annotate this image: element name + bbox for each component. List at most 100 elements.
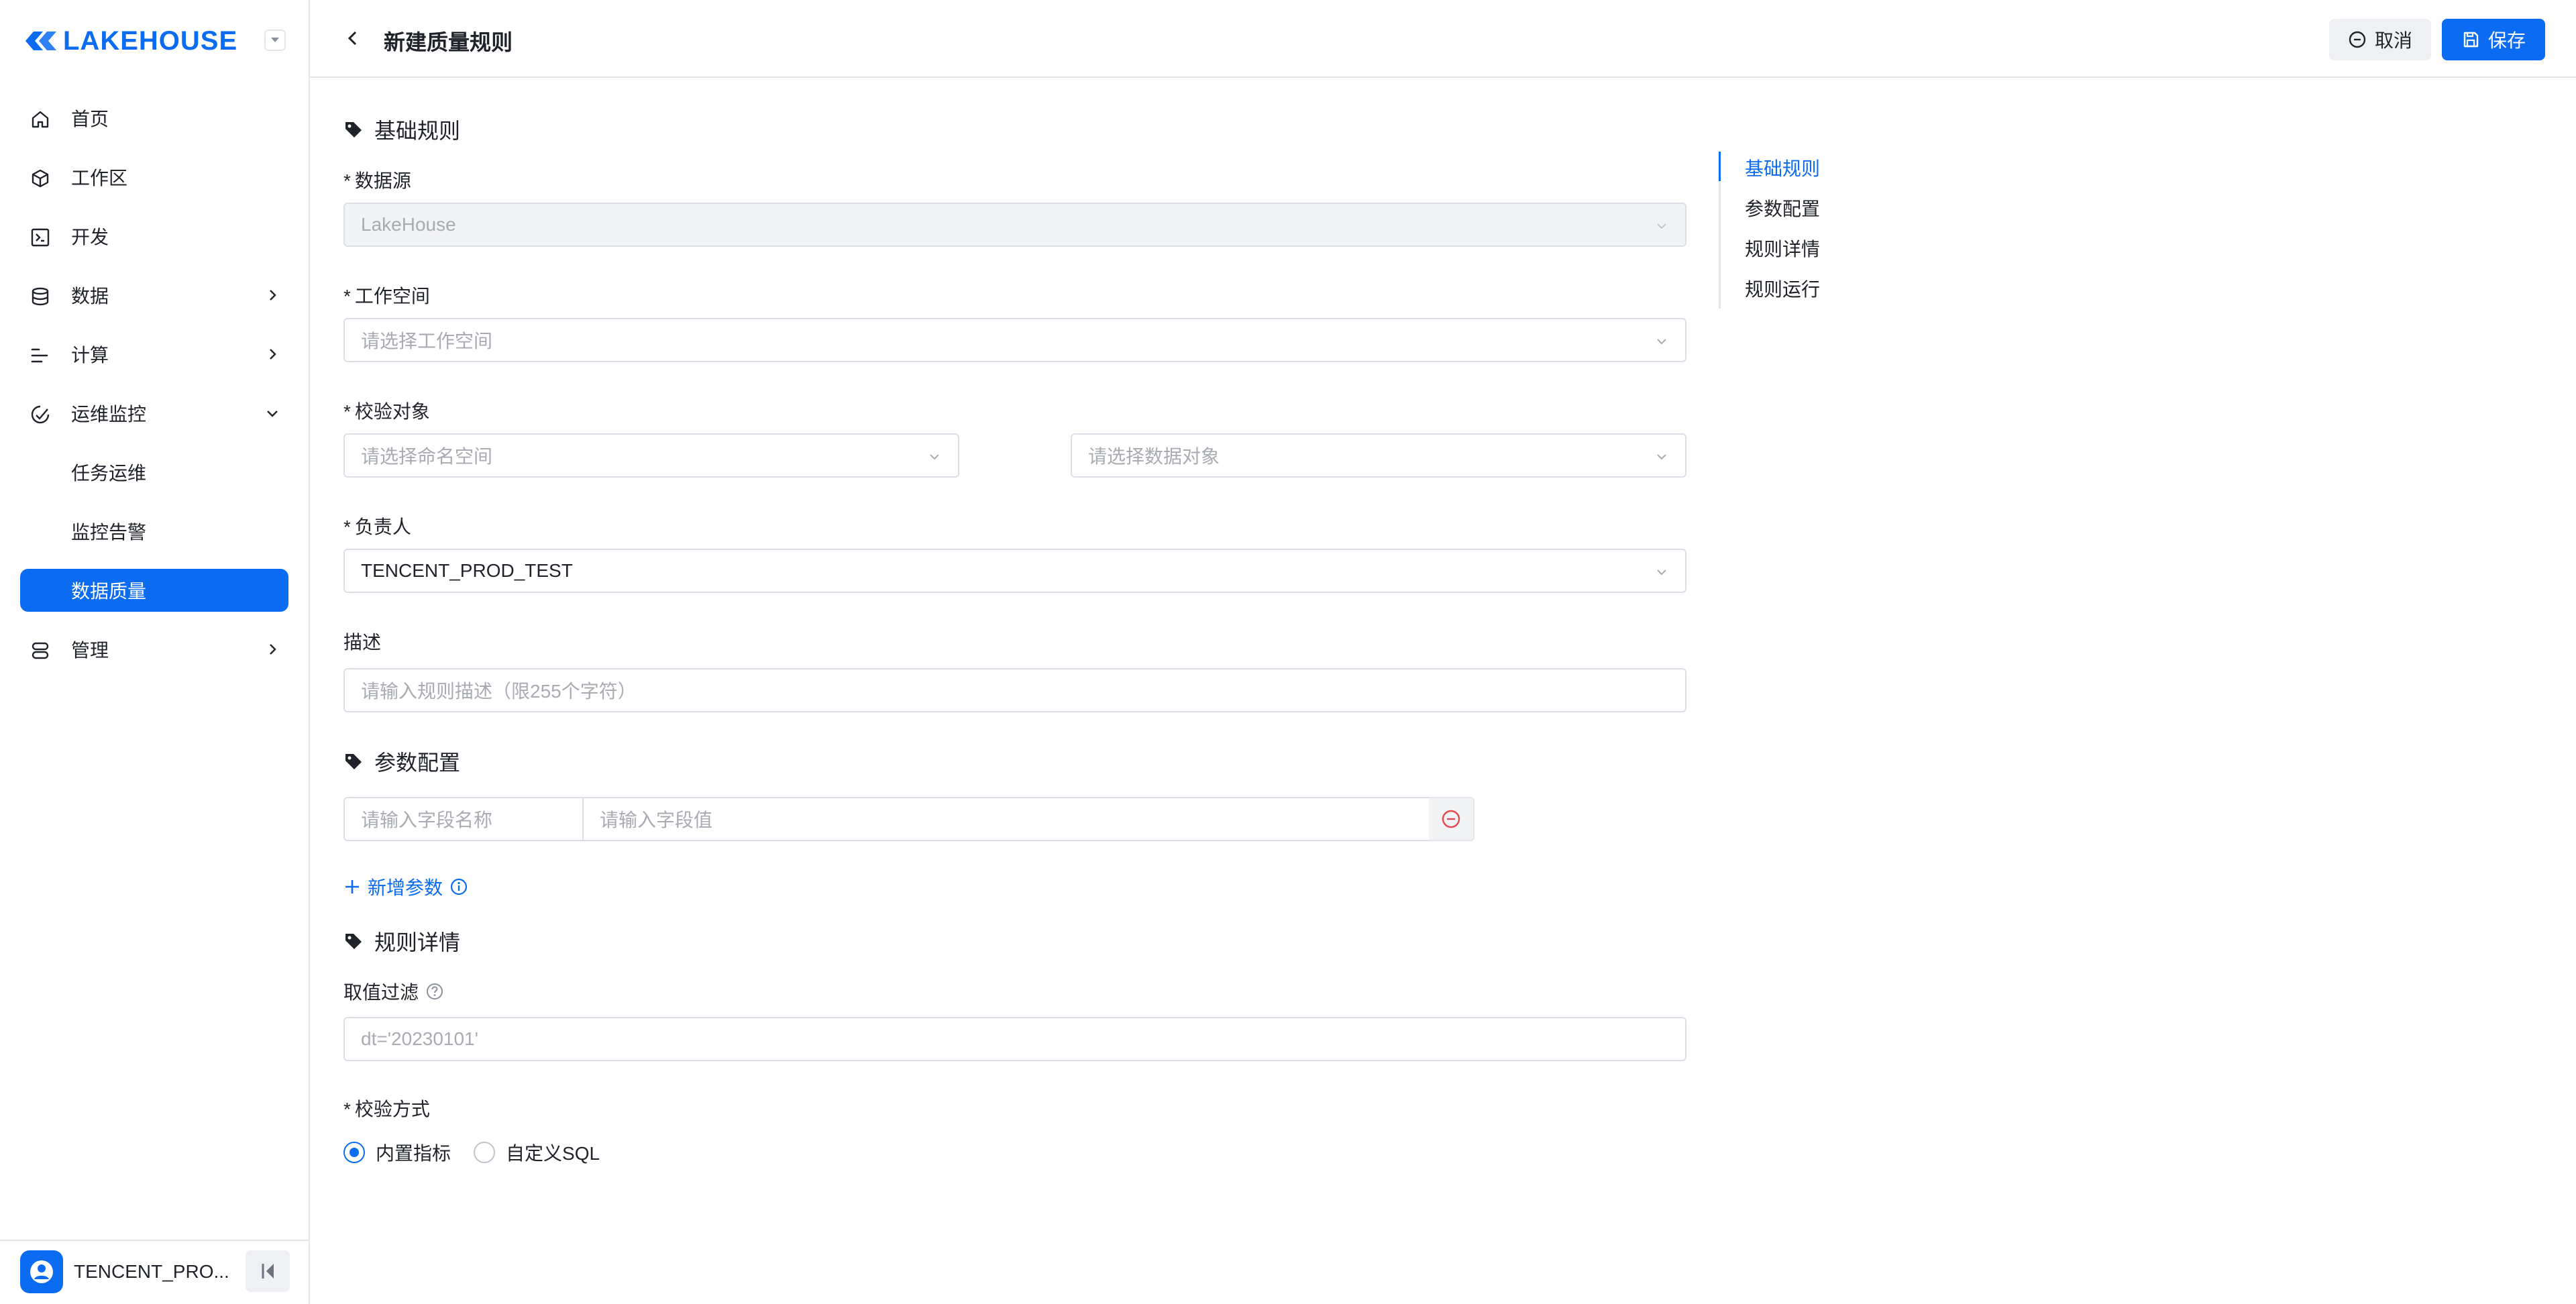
minus-circle-icon bbox=[1442, 810, 1460, 828]
sidebar-item-ops-monitor[interactable]: 运维监控 bbox=[20, 392, 288, 435]
save-icon bbox=[2463, 32, 2479, 48]
user-bar: TENCENT_PRO... bbox=[0, 1240, 309, 1304]
workspace-label-text: 工作空间 bbox=[354, 286, 430, 307]
home-icon bbox=[32, 111, 49, 128]
sidebar-item-task-ops[interactable]: 任务运维 bbox=[20, 451, 288, 494]
namespace-select[interactable]: 请选择命名空间 bbox=[343, 433, 959, 478]
sidebar-item-data[interactable]: 数据 bbox=[20, 274, 288, 317]
tag-icon bbox=[345, 122, 362, 138]
chevron-down-icon bbox=[1657, 223, 1666, 229]
info-icon[interactable] bbox=[449, 877, 468, 896]
anchor-item-run[interactable]: 规则运行 bbox=[1745, 275, 1820, 302]
chevron-right-icon bbox=[270, 349, 276, 360]
datasource-label-text: 数据源 bbox=[354, 170, 411, 191]
logo[interactable]: LAKEHOUSE bbox=[23, 24, 291, 58]
sidebar-item-home[interactable]: 首页 bbox=[20, 97, 288, 140]
data-object-select[interactable]: 请选择数据对象 bbox=[1071, 433, 1686, 478]
section-title-label: 基础规则 bbox=[374, 119, 461, 143]
sidebar-item-develop[interactable]: 开发 bbox=[20, 215, 288, 258]
remove-param-button[interactable] bbox=[1429, 797, 1474, 841]
datasource-value: LakeHouse bbox=[361, 214, 456, 235]
help-icon[interactable] bbox=[425, 982, 444, 1001]
collapse-sidebar-button[interactable] bbox=[246, 1250, 290, 1292]
user-name: TENCENT_PRO... bbox=[74, 1261, 229, 1282]
sidebar-item-monitor-alert[interactable]: 监控告警 bbox=[20, 510, 288, 553]
chevron-right-icon bbox=[270, 644, 276, 655]
page-header: 新建质量规则 取消 保存 bbox=[310, 0, 2576, 78]
param-name-placeholder: 请输入字段名称 bbox=[361, 810, 493, 830]
chevron-down-icon bbox=[1657, 569, 1666, 576]
check-method-label: * 校验方式 bbox=[343, 1099, 430, 1120]
anchor-item-basic[interactable]: 基础规则 bbox=[1745, 154, 1820, 181]
owner-label-text: 负责人 bbox=[354, 517, 411, 537]
anchor-active-indicator bbox=[1719, 152, 1721, 181]
sidebar-item-label: 运维监控 bbox=[71, 404, 147, 425]
param-value-input[interactable]: 请输入字段值 bbox=[582, 797, 1430, 841]
radio-label: 内置指标 bbox=[376, 1143, 451, 1164]
owner-label: * 负责人 bbox=[343, 517, 411, 537]
sidebar-nav: 首页 工作区 开发 数据 计算 运维监控 任务运维 监控告警 数据质量 管理 bbox=[0, 97, 309, 687]
anchor-item-details[interactable]: 规则详情 bbox=[1745, 235, 1820, 262]
minus-circle-icon bbox=[2349, 31, 2366, 48]
chevron-down-icon bbox=[1657, 339, 1666, 345]
collapse-left-icon bbox=[262, 1264, 274, 1279]
plus-icon bbox=[345, 880, 359, 893]
data-object-placeholder: 请选择数据对象 bbox=[1088, 446, 1220, 467]
radio-custom-sql[interactable]: 自定义SQL bbox=[474, 1139, 600, 1166]
owner-value: TENCENT_PROD_TEST bbox=[361, 560, 573, 581]
description-label: 描述 bbox=[343, 628, 381, 655]
filter-label-text: 取值过滤 bbox=[343, 982, 419, 1003]
sidebar-item-label: 首页 bbox=[71, 109, 109, 129]
radio-button-checked[interactable] bbox=[343, 1142, 365, 1163]
server-icon bbox=[32, 642, 49, 659]
anchor-item-params[interactable]: 参数配置 bbox=[1745, 195, 1820, 221]
avatar[interactable] bbox=[20, 1250, 63, 1293]
workspace-select[interactable]: 请选择工作空间 bbox=[343, 318, 1686, 362]
section-title-details: 规则详情 bbox=[343, 926, 460, 957]
anchor-nav: 基础规则 参数配置 规则详情 规则运行 bbox=[1719, 152, 1920, 309]
chevron-right-icon bbox=[270, 290, 276, 301]
sidebar-item-manage[interactable]: 管理 bbox=[20, 628, 288, 671]
description-input[interactable]: 请输入规则描述（限255个字符） bbox=[343, 668, 1686, 712]
sidebar-item-label: 计算 bbox=[71, 345, 109, 366]
monitor-icon bbox=[31, 405, 50, 424]
radio-builtin-metric[interactable]: 内置指标 bbox=[343, 1139, 451, 1166]
chevron-down-icon bbox=[267, 411, 278, 417]
description-label-text: 描述 bbox=[343, 632, 382, 653]
save-button[interactable]: 保存 bbox=[2442, 19, 2545, 60]
cancel-button[interactable]: 取消 bbox=[2329, 19, 2431, 60]
section-title-label: 参数配置 bbox=[374, 751, 461, 775]
rule-form: 基础规则 * 数据源 LakeHouse * 工作空间 请选择工作空间 * 校验对象 … bbox=[310, 79, 1719, 1304]
workspace-switch-button[interactable] bbox=[264, 30, 286, 51]
filter-input[interactable]: dt='20230101' bbox=[343, 1017, 1686, 1061]
section-title-label: 规则详情 bbox=[374, 930, 461, 955]
save-label: 保存 bbox=[2487, 30, 2526, 51]
cube-icon bbox=[32, 169, 49, 188]
owner-select[interactable]: TENCENT_PROD_TEST bbox=[343, 549, 1686, 593]
workspace-placeholder: 请选择工作空间 bbox=[361, 331, 493, 351]
section-title-basic: 基础规则 bbox=[343, 114, 460, 145]
sidebar-item-label: 开发 bbox=[71, 227, 109, 248]
tag-icon bbox=[345, 754, 362, 769]
sidebar-item-workspace[interactable]: 工作区 bbox=[20, 156, 288, 199]
add-param-button[interactable]: 新增参数 bbox=[343, 873, 468, 900]
sidebar-item-data-quality[interactable]: 数据质量 bbox=[20, 569, 288, 612]
target-label: * 校验对象 bbox=[343, 401, 430, 422]
section-title-params: 参数配置 bbox=[343, 746, 460, 777]
check-method-radio-group: 内置指标 自定义SQL bbox=[343, 1139, 600, 1166]
app: LAKEHOUSE 首页 工作区 开发 数据 计算 运维监控 任务运维 监控告警… bbox=[0, 0, 2576, 1304]
chevron-down-icon bbox=[1657, 454, 1666, 460]
namespace-placeholder: 请选择命名空间 bbox=[361, 446, 493, 467]
back-arrow-icon[interactable] bbox=[343, 28, 364, 48]
database-icon bbox=[32, 287, 49, 306]
datasource-label: * 数据源 bbox=[343, 170, 411, 191]
description-placeholder: 请输入规则描述（限255个字符） bbox=[361, 681, 637, 702]
sidebar-item-compute[interactable]: 计算 bbox=[20, 333, 288, 376]
compute-icon bbox=[31, 348, 48, 363]
page-title: 新建质量规则 bbox=[384, 30, 513, 54]
sidebar-item-label: 管理 bbox=[71, 640, 109, 661]
param-name-input[interactable]: 请输入字段名称 bbox=[343, 797, 584, 841]
workspace-label: * 工作空间 bbox=[343, 286, 430, 307]
radio-button[interactable] bbox=[474, 1142, 496, 1163]
check-method-label-text: 校验方式 bbox=[354, 1099, 430, 1120]
